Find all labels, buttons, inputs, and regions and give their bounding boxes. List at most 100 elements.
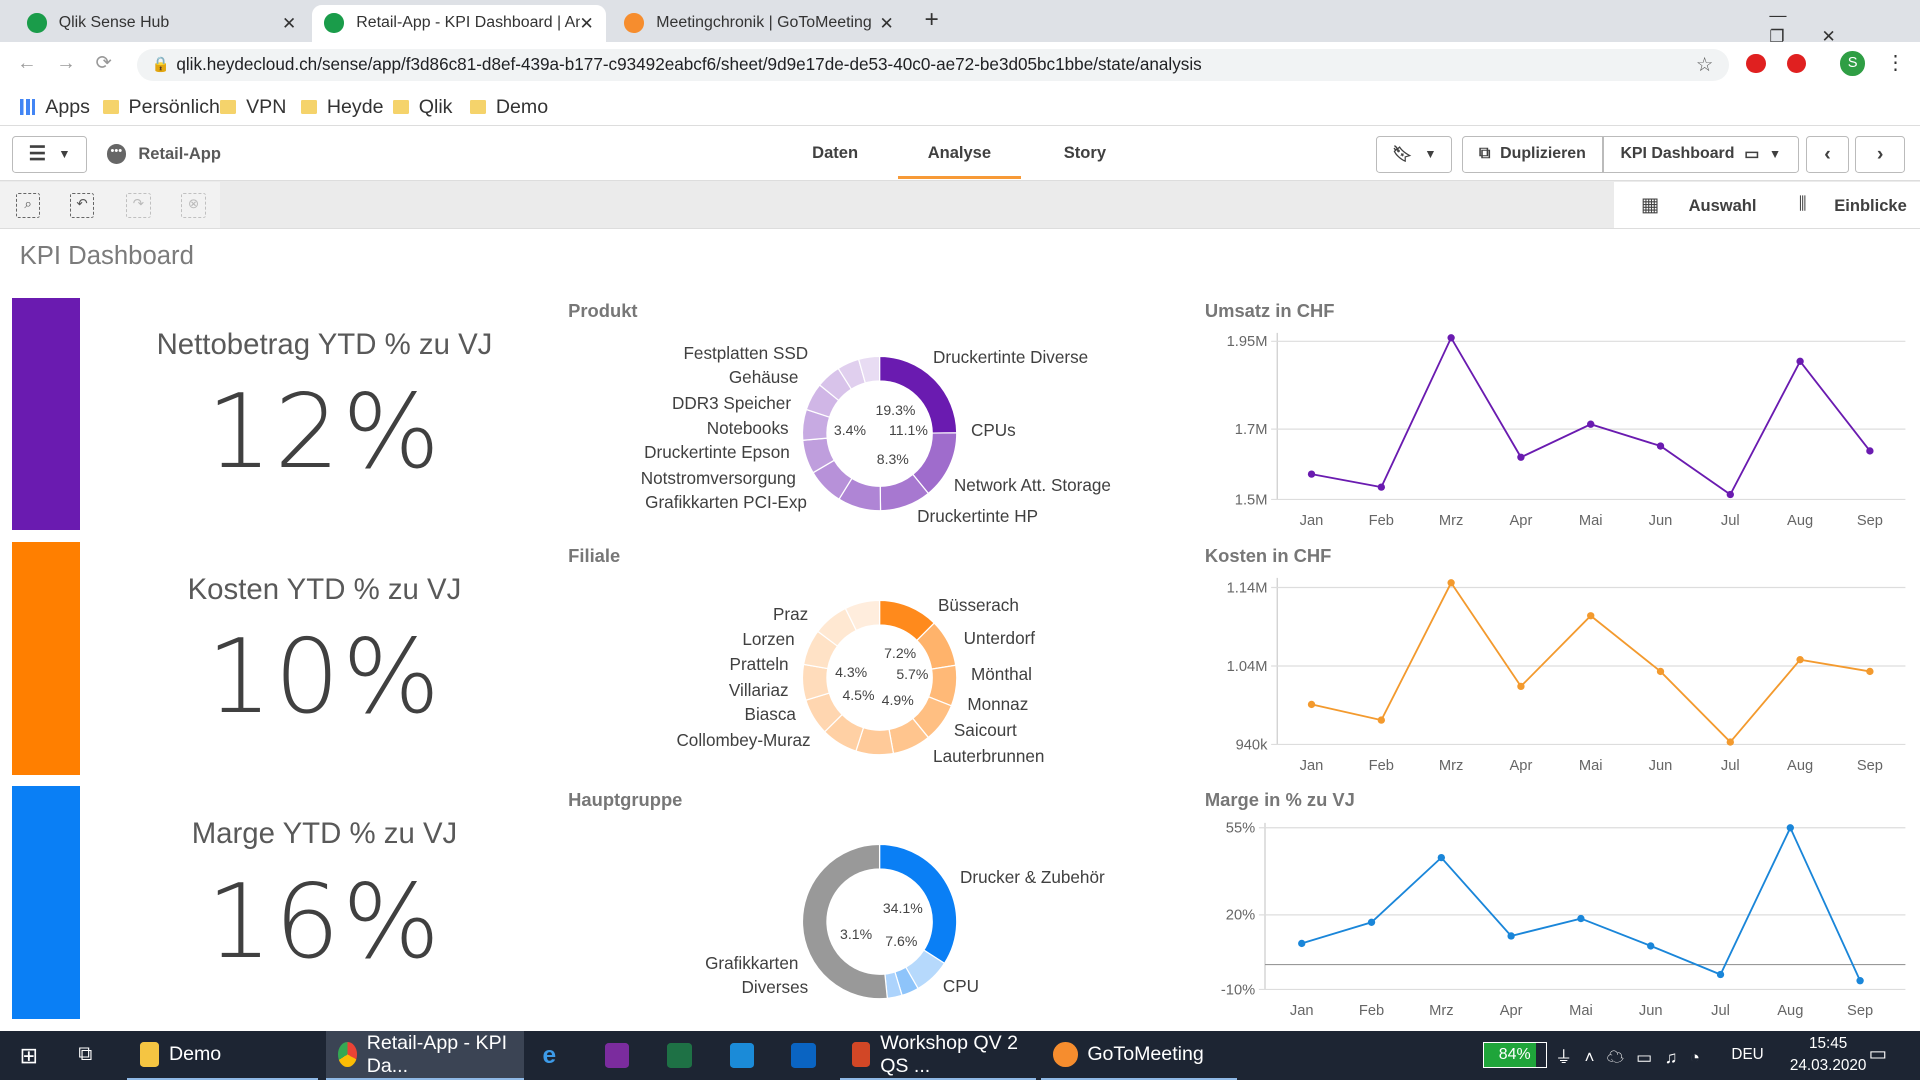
line-chart-umsatz[interactable]: 1.5M 1.7M 1.95M Jan Feb Mrz Apr Mai Jun Jul Aug Sep <box>1205 328 1920 536</box>
tab-gotomeeting[interactable]: Meetingchronik | GoToMeeting ✕ <box>612 5 906 42</box>
duplicate-button[interactable]: ⧉ Duplizieren <box>1462 135 1603 173</box>
data-point[interactable] <box>1796 357 1804 366</box>
folder-icon <box>102 100 119 114</box>
tab-analyse[interactable]: Analyse <box>897 127 1022 179</box>
smart-search-icon[interactable]: ⌕ <box>15 193 41 218</box>
line-chart-kosten[interactable]: 940k 1.04M 1.14M Jan Feb Mrz Apr Mai Jun Jul Aug Se… <box>1205 573 1920 781</box>
url-field[interactable]: qlik.heydecloud.ch/sense/app/f3d86c81-d8… <box>137 48 1729 81</box>
data-point[interactable] <box>1367 918 1376 926</box>
window-controls[interactable]: —❐✕ <box>1769 5 1920 47</box>
line-chart-marge[interactable]: -10% 20% 55% Jan Feb Mrz Apr Mai Jun Jul Aug Sep <box>1205 818 1920 1026</box>
onenote-icon[interactable] <box>604 1043 630 1068</box>
tab-story[interactable]: Story <box>1035 127 1135 178</box>
donut-label: Grafikkarten <box>705 952 799 973</box>
data-point[interactable] <box>1796 656 1804 664</box>
excel-icon[interactable] <box>667 1043 692 1068</box>
taskbar-item-explorer[interactable]: Demo <box>127 1031 319 1080</box>
donut-slice[interactable] <box>801 663 830 701</box>
close-tab-icon[interactable]: ✕ <box>880 13 894 34</box>
data-point[interactable] <box>1507 932 1515 940</box>
donut-pct: 4.5% <box>842 686 875 703</box>
tray-icons[interactable]: ⏚˄☁▭♫◔ <box>1555 1043 1712 1068</box>
nav-back-forward-reload-icons[interactable]: ←→⟳ <box>17 51 131 75</box>
taskbar-item-powerpoint[interactable]: Workshop QV 2 QS ... <box>840 1031 1036 1080</box>
data-point[interactable] <box>1786 824 1794 832</box>
taskbar-item-chrome[interactable]: Retail-App - KPI Da... <box>325 1031 525 1080</box>
star-icon[interactable]: ☆ <box>1696 53 1714 77</box>
bookmark-folder[interactable]: Persönlich <box>102 96 220 119</box>
insights-icon[interactable]: ⫼ <box>1799 193 1807 214</box>
sheet-selector[interactable]: KPI Dashboard ▭ ▼ <box>1602 135 1799 173</box>
taskbar-item-gotomeeting[interactable]: GoToMeeting <box>1040 1031 1237 1080</box>
selections-grid-icon[interactable]: ▦ <box>1641 193 1660 217</box>
data-point[interactable] <box>1656 667 1665 676</box>
previous-sheet-button[interactable]: ‹ <box>1806 135 1849 173</box>
data-point[interactable] <box>1437 853 1445 862</box>
extension-icon[interactable] <box>1746 53 1766 74</box>
bookmark-folder[interactable]: VPN <box>220 96 286 119</box>
clock-time[interactable]: 15:45 <box>1791 1035 1864 1053</box>
task-view-icon[interactable]: ⧉ <box>78 1043 92 1066</box>
data-point[interactable] <box>1447 579 1455 587</box>
bookmark-folder[interactable]: Demo <box>470 96 548 119</box>
bookmark-folder[interactable]: Qlik <box>393 96 452 119</box>
donut-filiale[interactable] <box>800 598 959 757</box>
data-point[interactable] <box>1517 453 1525 462</box>
battery-indicator[interactable]: 84% <box>1482 1042 1547 1068</box>
data-point[interactable] <box>1307 700 1316 709</box>
donut-produkt[interactable] <box>800 354 959 513</box>
data-point[interactable] <box>1307 470 1316 478</box>
language-indicator[interactable]: DEU <box>1731 1046 1763 1064</box>
data-point[interactable] <box>1866 447 1874 455</box>
notifications-icon[interactable]: ▭ <box>1869 1042 1888 1066</box>
tab-daten[interactable]: Daten <box>784 127 887 178</box>
data-point[interactable] <box>1377 483 1385 491</box>
folder-icon <box>220 100 237 114</box>
bookmark-apps[interactable]: Apps <box>19 96 90 119</box>
data-point[interactable] <box>1447 334 1455 342</box>
app-icon: ••• <box>106 144 127 165</box>
kpi-value: 16% <box>206 863 443 983</box>
data-point[interactable] <box>1866 667 1874 676</box>
close-tab-icon[interactable]: ✕ <box>580 13 594 34</box>
tab-retail-app[interactable]: Retail-App - KPI Dashboard | Ana ✕ <box>312 4 607 42</box>
data-point[interactable] <box>1716 970 1725 979</box>
selections-button[interactable]: Auswahl <box>1689 196 1757 216</box>
internet-explorer-icon[interactable]: e <box>542 1042 556 1070</box>
x-tick-label: Feb <box>1369 513 1394 529</box>
outlook-icon[interactable] <box>791 1043 816 1068</box>
clear-selections-icon[interactable]: ⊗ <box>181 193 206 218</box>
data-point[interactable] <box>1856 977 1864 985</box>
remote-desktop-icon[interactable] <box>729 1043 755 1068</box>
data-point[interactable] <box>1377 716 1385 724</box>
data-point[interactable] <box>1577 914 1585 923</box>
data-point[interactable] <box>1646 942 1655 950</box>
clock-date[interactable]: 24.03.2020 <box>1773 1057 1883 1075</box>
step-back-icon[interactable]: ↶ <box>69 193 95 218</box>
data-point[interactable] <box>1656 442 1665 450</box>
global-menu-button[interactable]: ☰ ▼ <box>12 135 87 173</box>
insights-button[interactable]: Einblicke <box>1834 196 1907 216</box>
menu-icon[interactable]: ⋮ <box>1886 51 1906 75</box>
close-tab-icon[interactable]: ✕ <box>282 13 296 34</box>
data-point[interactable] <box>1297 939 1306 948</box>
data-point[interactable] <box>1726 738 1734 746</box>
x-tick-label: Mrz <box>1429 1003 1453 1019</box>
next-sheet-button[interactable]: › <box>1855 135 1906 173</box>
data-point[interactable] <box>1586 612 1595 620</box>
donut-hauptgruppe[interactable] <box>800 842 959 1001</box>
bookmarks-button[interactable]: 🔖︎ ▼ <box>1376 135 1453 173</box>
donut-label: Druckertinte HP <box>917 505 1039 526</box>
donut-slice[interactable] <box>878 355 957 434</box>
bookmark-folder[interactable]: Heyde <box>301 96 384 119</box>
new-tab-icon[interactable]: + <box>924 6 938 34</box>
data-point[interactable] <box>1517 682 1525 691</box>
windows-start-icon[interactable]: ⊞ <box>20 1043 38 1069</box>
donut-slice[interactable] <box>801 844 888 1000</box>
data-point[interactable] <box>1726 490 1734 499</box>
profile-avatar[interactable]: S <box>1840 51 1865 76</box>
data-point[interactable] <box>1586 420 1595 429</box>
tab-qlik-sense-hub[interactable]: Qlik Sense Hub ✕ <box>15 5 309 42</box>
step-forward-icon[interactable]: ↷ <box>126 193 151 218</box>
folder-icon <box>301 100 318 114</box>
